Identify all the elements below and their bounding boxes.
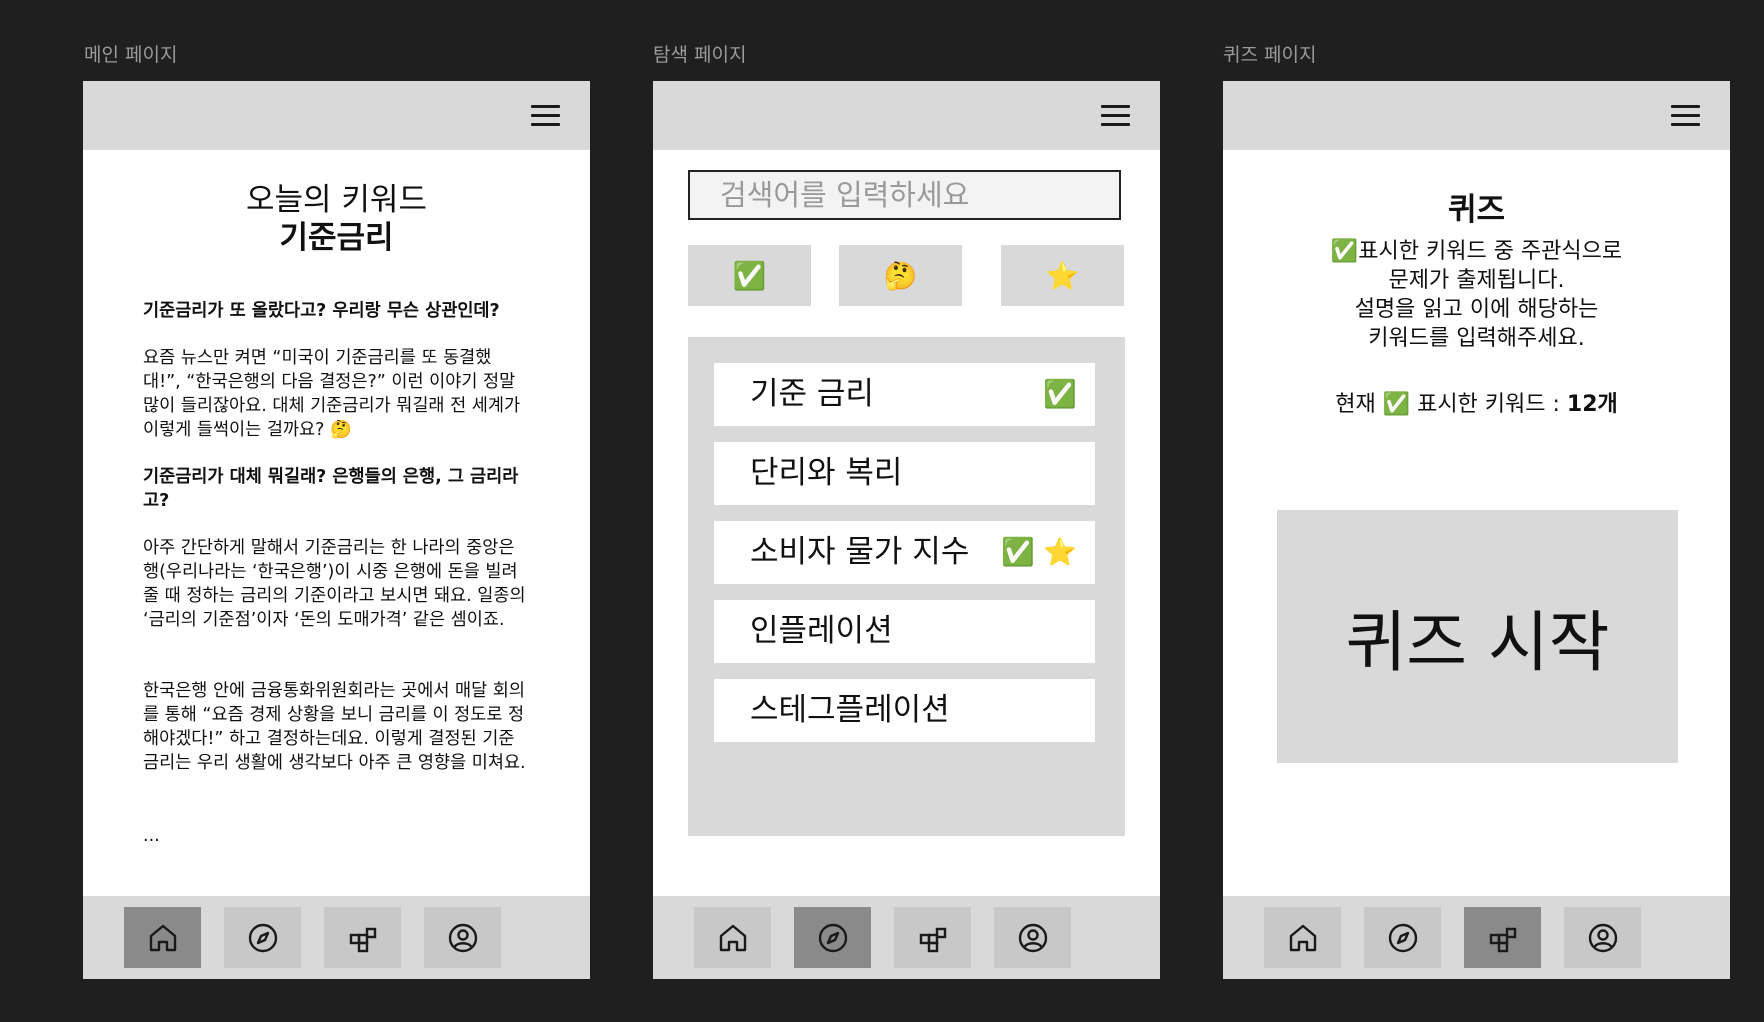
blocks-icon: [346, 921, 380, 955]
keyword-list-item[interactable]: 스테그플레이션: [714, 679, 1095, 742]
nav-home-button[interactable]: [124, 907, 201, 968]
keyword-list-item[interactable]: 단리와 복리: [714, 442, 1095, 505]
quiz-title: 퀴즈: [1447, 192, 1506, 228]
bottom-nav: [653, 896, 1160, 979]
nav-compass-button[interactable]: [224, 907, 301, 968]
count-value: 12개: [1566, 392, 1618, 417]
filter-star-button[interactable]: ⭐: [1001, 245, 1124, 306]
filter-checked-button[interactable]: ✅: [688, 245, 811, 306]
explore-page-frame: 검색어를 입력하세요 ✅ 🤔 ⭐ 기준 금리 ✅ 단리와 복리 소비자 물가 지…: [653, 81, 1160, 979]
profile-icon: [1586, 921, 1620, 955]
nav-compass-button[interactable]: [1364, 907, 1441, 968]
frame-label-explore: 탐색 페이지: [653, 44, 747, 66]
count-prefix: 현재 ✅ 표시한 키워드 :: [1335, 392, 1567, 417]
home-icon: [1286, 921, 1320, 955]
nav-blocks-button[interactable]: [324, 907, 401, 968]
profile-icon: [446, 921, 480, 955]
bottom-nav: [83, 896, 590, 979]
nav-home-button[interactable]: [1264, 907, 1341, 968]
quiz-description: ✅표시한 키워드 중 주관식으로 문제가 출제됩니다. 설명을 읽고 이에 해당…: [1223, 237, 1730, 353]
keyword-list-item[interactable]: 인플레이션: [714, 600, 1095, 663]
article-heading: 기준금리가 대체 뭐길래? 은행들의 은행, 그 금리라고?: [143, 467, 519, 511]
home-icon: [716, 921, 750, 955]
keyword-name: 기준 금리: [750, 376, 874, 412]
article-heading: 기준금리가 또 올랐다고? 우리랑 무슨 상관인데?: [143, 301, 500, 321]
quiz-start-button[interactable]: 퀴즈 시작: [1277, 510, 1678, 763]
keyword-list-item[interactable]: 기준 금리 ✅: [714, 363, 1095, 426]
quiz-desc-line: 문제가 출제됩니다.: [1388, 268, 1565, 293]
nav-blocks-button[interactable]: [894, 907, 971, 968]
keyword-name: 소비자 물가 지수: [750, 534, 970, 570]
quiz-desc-line: 키워드를 입력해주세요.: [1368, 326, 1585, 351]
quiz-page-frame: 퀴즈 ✅표시한 키워드 중 주관식으로 문제가 출제됩니다. 설명을 읽고 이에…: [1223, 81, 1730, 979]
blocks-icon: [916, 921, 950, 955]
nav-blocks-button[interactable]: [1464, 907, 1541, 968]
menu-icon[interactable]: [1671, 105, 1700, 127]
quiz-desc-line: 설명을 읽고 이에 해당하는: [1354, 297, 1599, 322]
nav-profile-button[interactable]: [994, 907, 1071, 968]
top-bar: [1223, 81, 1730, 150]
profile-icon: [1016, 921, 1050, 955]
nav-home-button[interactable]: [694, 907, 771, 968]
article-paragraph: 아주 간단하게 말해서 기준금리는 한 나라의 중앙은행(우리나라는 ‘한국은행…: [143, 538, 526, 630]
nav-profile-button[interactable]: [424, 907, 501, 968]
keyword-name: 단리와 복리: [750, 455, 903, 491]
keyword-list-item[interactable]: 소비자 물가 지수 ✅ ⭐: [714, 521, 1095, 584]
frame-label-quiz: 퀴즈 페이지: [1223, 44, 1317, 66]
article-ellipsis: ...: [143, 826, 160, 846]
quiz-desc-line: ✅표시한 키워드 중 주관식으로: [1330, 239, 1623, 264]
keyword-title: 기준금리: [279, 220, 394, 256]
nav-profile-button[interactable]: [1564, 907, 1641, 968]
blocks-icon: [1486, 921, 1520, 955]
article-paragraph: 한국은행 안에 금융통화위원회라는 곳에서 매달 회의를 통해 “요즘 경제 상…: [143, 681, 526, 773]
bottom-nav: [1223, 896, 1730, 979]
article-paragraph: 요즘 뉴스만 켜면 “미국이 기준금리를 또 동결했대!”, “한국은행의 다음…: [143, 348, 521, 440]
keyword-name: 스테그플레이션: [750, 692, 950, 728]
compass-icon: [1386, 921, 1420, 955]
keyword-marks: ✅ ⭐: [1001, 537, 1077, 568]
filter-thinking-button[interactable]: 🤔: [839, 245, 962, 306]
nav-compass-button[interactable]: [794, 907, 871, 968]
search-input[interactable]: 검색어를 입력하세요: [688, 170, 1121, 220]
menu-icon[interactable]: [531, 105, 560, 127]
home-icon: [146, 921, 180, 955]
frame-label-main: 메인 페이지: [84, 44, 178, 66]
keyword-name: 인플레이션: [750, 613, 893, 649]
compass-icon: [816, 921, 850, 955]
main-page-frame: 오늘의 키워드 기준금리 기준금리가 또 올랐다고? 우리랑 무슨 상관인데? …: [83, 81, 590, 979]
top-bar: [83, 81, 590, 150]
menu-icon[interactable]: [1101, 105, 1130, 127]
keyword-marks: ✅: [1043, 379, 1077, 410]
top-bar: [653, 81, 1160, 150]
quiz-keyword-count: 현재 ✅ 표시한 키워드 : 12개: [1223, 386, 1730, 418]
compass-icon: [246, 921, 280, 955]
